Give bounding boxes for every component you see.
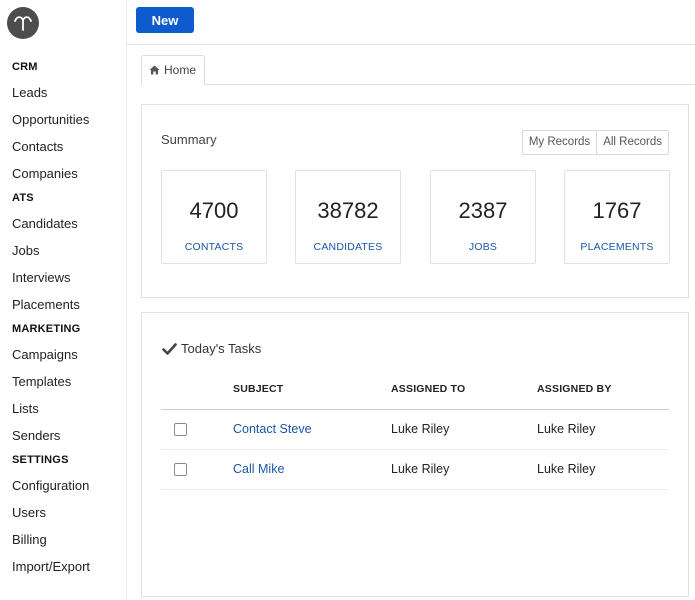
sidebar-section-ats: ATS [12, 192, 34, 204]
stat-value: 2387 [458, 198, 508, 223]
my-records-button[interactable]: My Records [523, 131, 596, 154]
stat-label[interactable]: CONTACTS [162, 241, 266, 253]
tasks-panel: Today's Tasks SUBJECT ASSIGNED TO ASSIGN… [141, 312, 689, 597]
stat-card-candidates[interactable]: 38782 CANDIDATES [295, 170, 401, 264]
table-row: Contact Steve Luke Riley Luke Riley [161, 409, 669, 450]
sidebar-section-settings: SETTINGS [12, 454, 69, 466]
all-records-button[interactable]: All Records [596, 131, 668, 154]
stat-card-contacts[interactable]: 4700 CONTACTS [161, 170, 267, 264]
stat-label[interactable]: JOBS [431, 241, 535, 253]
sidebar-item-leads[interactable]: Leads [0, 79, 127, 106]
stat-label[interactable]: PLACEMENTS [565, 241, 669, 253]
sidebar-item-lists[interactable]: Lists [0, 395, 127, 422]
table-header-row: SUBJECT ASSIGNED TO ASSIGNED BY [161, 369, 669, 410]
tasks-title: Today's Tasks [162, 341, 261, 356]
column-header-subject[interactable]: SUBJECT [233, 369, 391, 410]
sidebar-nav: CRM Leads Opportunities Contacts Companies AT… [0, 56, 127, 580]
task-subject-link[interactable]: Call Mike [233, 462, 284, 476]
task-subject-cell: Contact Steve [233, 409, 391, 450]
row-checkbox-cell [161, 449, 233, 490]
stat-value: 1767 [592, 198, 642, 223]
sidebar-item-import-export[interactable]: Import/Export [0, 553, 127, 580]
sidebar-item-jobs[interactable]: Jobs [0, 237, 127, 264]
task-assigned-by: Luke Riley [537, 449, 669, 490]
sidebar-item-configuration[interactable]: Configuration [0, 472, 127, 499]
tab-bar-line [141, 84, 695, 85]
summary-title: Summary [161, 132, 217, 147]
sidebar-item-opportunities[interactable]: Opportunities [0, 106, 127, 133]
records-toggle: My Records All Records [521, 130, 669, 155]
summary-panel: Summary My Records All Records 4700 CONT… [141, 104, 689, 298]
column-header-assigned-by[interactable]: ASSIGNED BY [537, 369, 669, 410]
row-checkbox-cell [161, 409, 233, 450]
sidebar-item-candidates[interactable]: Candidates [0, 210, 127, 237]
stat-card-jobs[interactable]: 2387 JOBS [430, 170, 536, 264]
task-checkbox[interactable] [174, 462, 187, 476]
stat-label[interactable]: CANDIDATES [296, 241, 400, 253]
top-toolbar: New [127, 0, 695, 45]
sidebar-section-marketing: MARKETING [12, 323, 81, 335]
home-icon [149, 65, 160, 75]
task-subject-cell: Call Mike [233, 449, 391, 490]
new-button[interactable]: New [136, 7, 194, 33]
tab-home[interactable]: Home [141, 55, 205, 85]
sidebar-section-crm: CRM [12, 61, 38, 73]
task-subject-link[interactable]: Contact Steve [233, 422, 312, 436]
select-column-header [161, 369, 233, 410]
sidebar-item-contacts[interactable]: Contacts [0, 133, 127, 160]
sidebar-item-billing[interactable]: Billing [0, 526, 127, 553]
tasks-table: SUBJECT ASSIGNED TO ASSIGNED BY Contact … [161, 369, 669, 490]
sidebar-item-templates[interactable]: Templates [0, 368, 127, 395]
sidebar-item-placements[interactable]: Placements [0, 291, 127, 318]
task-assigned-by: Luke Riley [537, 409, 669, 450]
tasks-title-label: Today's Tasks [181, 341, 262, 356]
sidebar: CRM Leads Opportunities Contacts Companies AT… [0, 0, 127, 600]
task-assigned-to: Luke Riley [391, 409, 537, 450]
logo-icon[interactable] [7, 7, 39, 39]
task-checkbox[interactable] [174, 422, 187, 436]
sidebar-item-campaigns[interactable]: Campaigns [0, 341, 127, 368]
stat-card-placements[interactable]: 1767 PLACEMENTS [564, 170, 670, 264]
sidebar-item-companies[interactable]: Companies [0, 160, 127, 187]
stat-value: 4700 [189, 198, 239, 223]
sidebar-item-senders[interactable]: Senders [0, 422, 127, 449]
sidebar-item-users[interactable]: Users [0, 499, 127, 526]
tab-home-label: Home [164, 63, 197, 77]
task-assigned-to: Luke Riley [391, 449, 537, 490]
checkmark-icon [162, 342, 177, 355]
sidebar-item-interviews[interactable]: Interviews [0, 264, 127, 291]
stat-value: 38782 [317, 198, 379, 223]
table-row: Call Mike Luke Riley Luke Riley [161, 449, 669, 490]
column-header-assigned-to[interactable]: ASSIGNED TO [391, 369, 537, 410]
